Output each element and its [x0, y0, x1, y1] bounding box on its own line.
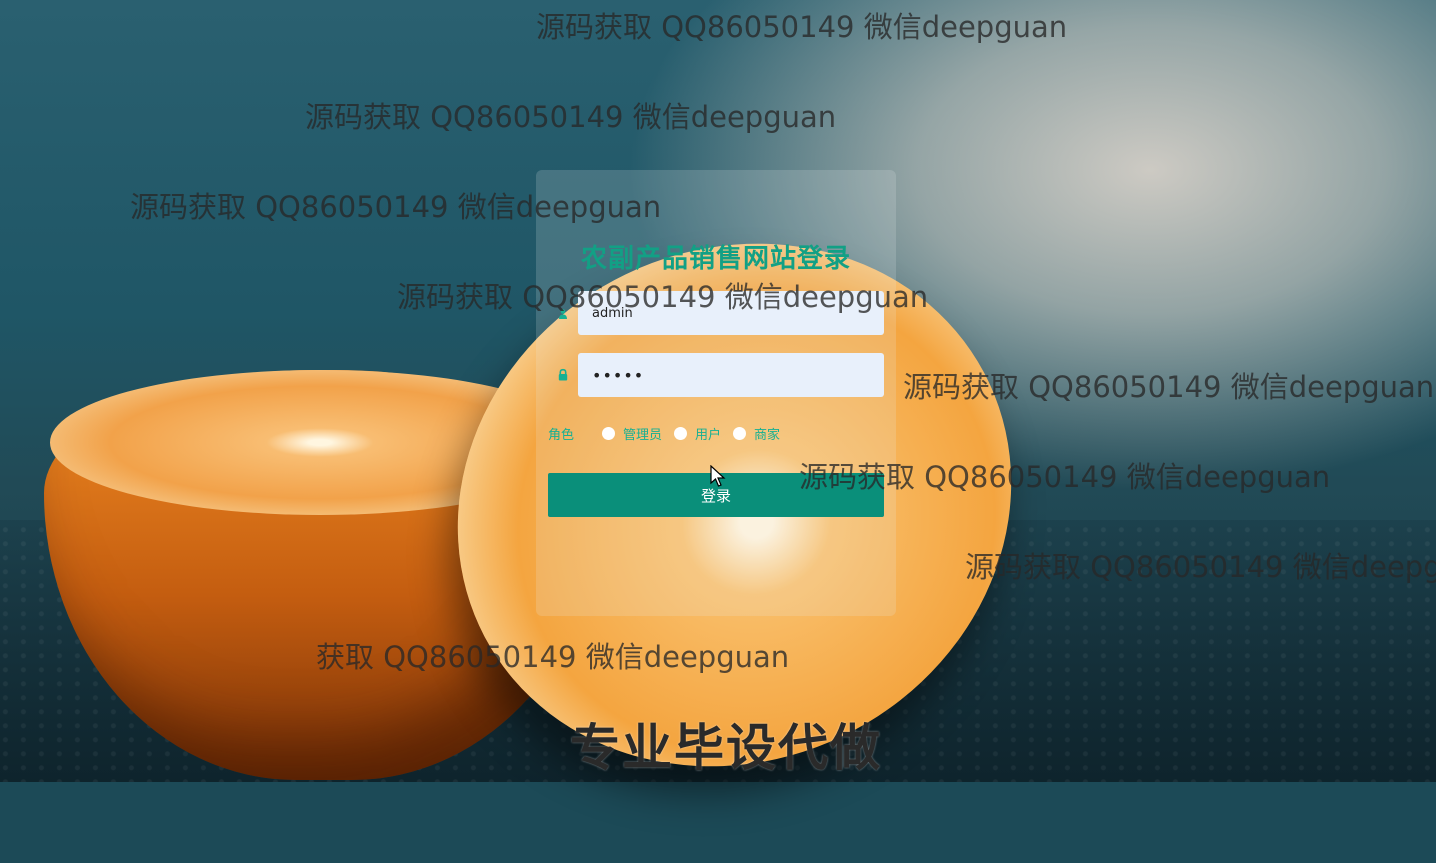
user-icon [559, 309, 567, 319]
mouse-cursor-icon [710, 465, 726, 487]
password-input[interactable] [578, 353, 884, 397]
role-option-label: 商家 [754, 427, 781, 443]
role-label: 角色 [548, 427, 575, 443]
username-input[interactable] [578, 291, 884, 335]
role-option-label: 用户 [695, 427, 722, 443]
role-option-admin[interactable]: 管理员 [602, 424, 662, 443]
role-option-label: 管理员 [623, 427, 663, 443]
role-selector: 角色 管理员 用户 商家 [548, 424, 792, 443]
promo-banner-text: 专业毕设代做 [570, 719, 882, 777]
login-panel: 农副产品销售网站登录 角色 管理员 用户 商家 登录 [536, 170, 896, 616]
radio-circle-icon[interactable] [674, 426, 688, 440]
radio-circle-icon[interactable] [733, 426, 747, 440]
login-title: 农副产品销售网站登录 [580, 244, 851, 274]
lock-icon [558, 368, 568, 381]
role-option-user[interactable]: 用户 [674, 424, 721, 443]
radio-circle-icon[interactable] [602, 426, 616, 440]
role-option-merchant[interactable]: 商家 [733, 424, 780, 443]
